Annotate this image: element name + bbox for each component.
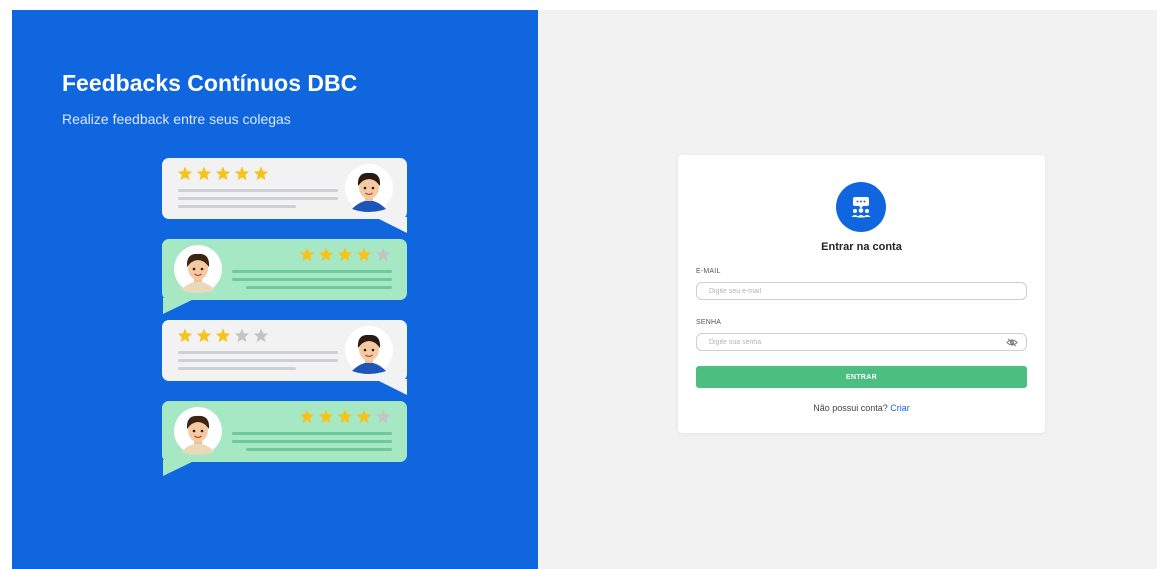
avatar bbox=[345, 326, 393, 374]
hero-subtitle: Realize feedback entre seus colegas bbox=[62, 111, 291, 127]
password-label: SENHA bbox=[696, 319, 722, 326]
review-bubble bbox=[162, 401, 407, 476]
password-input[interactable] bbox=[696, 333, 1027, 351]
login-card: Entrar na conta E-MAIL SENHA ENTRAR Não … bbox=[678, 155, 1045, 433]
feedback-team-icon bbox=[836, 182, 886, 232]
app-frame: Feedbacks Contínuos DBC Realize feedback… bbox=[12, 10, 1157, 569]
review-bubble bbox=[162, 158, 407, 233]
review-bubble bbox=[162, 320, 407, 395]
hero-panel: Feedbacks Contínuos DBC Realize feedback… bbox=[12, 10, 538, 569]
email-label: E-MAIL bbox=[696, 268, 721, 275]
login-panel: Entrar na conta E-MAIL SENHA ENTRAR Não … bbox=[538, 10, 1157, 569]
signup-link[interactable]: Criar bbox=[890, 403, 910, 413]
login-heading: Entrar na conta bbox=[821, 241, 902, 253]
review-bubbles-illustration bbox=[162, 158, 407, 476]
signup-prompt: Não possui conta? bbox=[813, 403, 888, 413]
hero-title: Feedbacks Contínuos DBC bbox=[62, 70, 358, 96]
avatar bbox=[174, 407, 222, 455]
avatar bbox=[345, 164, 393, 212]
eye-off-icon[interactable] bbox=[1005, 337, 1019, 347]
review-bubble bbox=[162, 239, 407, 314]
email-input[interactable] bbox=[696, 282, 1027, 300]
signup-row: Não possui conta? Criar bbox=[678, 403, 1045, 413]
avatar bbox=[174, 245, 222, 293]
submit-button[interactable]: ENTRAR bbox=[696, 366, 1027, 388]
